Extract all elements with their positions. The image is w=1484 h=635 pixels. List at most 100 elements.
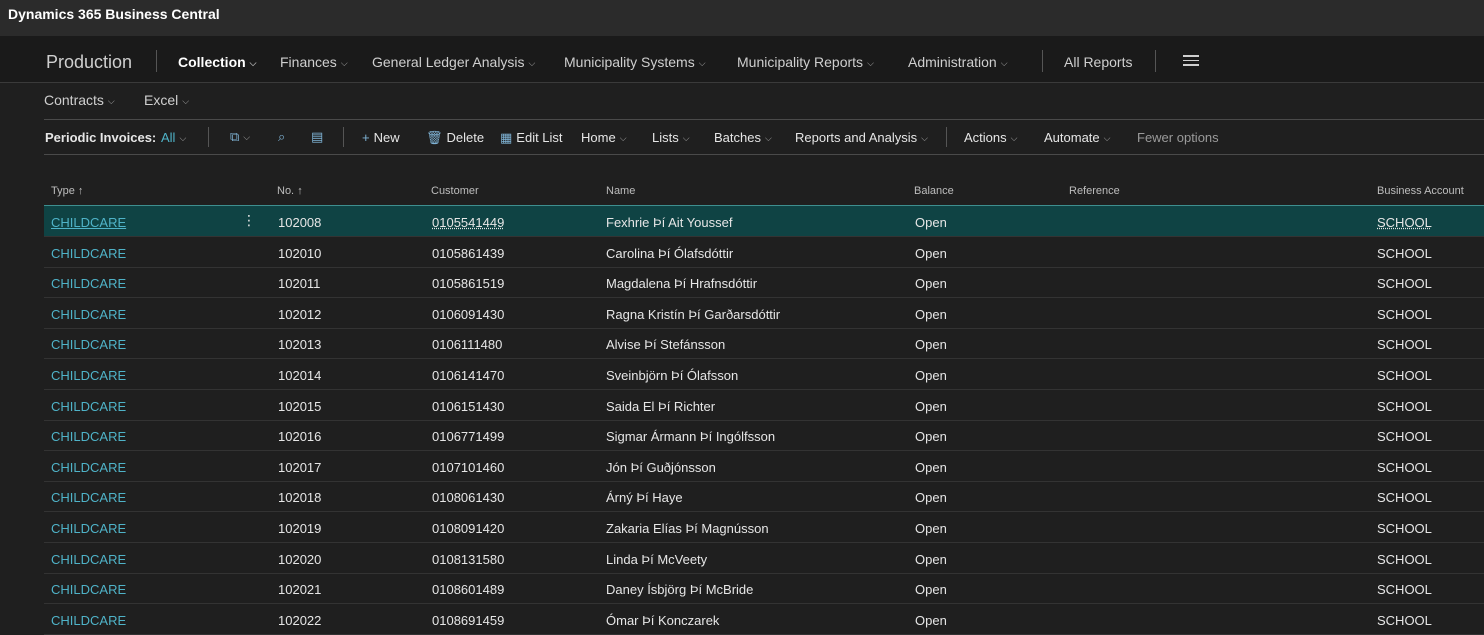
- cell-type[interactable]: CHILDCARE: [51, 582, 126, 597]
- column-header-balance[interactable]: Balance: [914, 185, 954, 197]
- chevron-down-icon: ⌵: [107, 96, 115, 106]
- edit-list-icon: ▦: [500, 130, 513, 145]
- lists-menu[interactable]: Lists ⌵: [652, 130, 690, 145]
- cell-no: 102022: [278, 612, 322, 628]
- cell-name: Saida El Þí Richter: [606, 398, 716, 414]
- cell-type[interactable]: CHILDCARE: [51, 276, 126, 291]
- table-row[interactable]: CHILDCARE 102017 0107101460 Jón Þí Guðjónss…: [44, 451, 1484, 482]
- company-name[interactable]: Production: [46, 52, 132, 73]
- search-icon[interactable]: ⌕: [278, 129, 285, 145]
- reports-and-analysis-menu[interactable]: Reports and Analysis ⌵: [795, 130, 928, 145]
- table-row[interactable]: CHILDCARE 102018 0108061430 Árný Þí Haye Ope…: [44, 481, 1484, 513]
- excel-menu[interactable]: Excel ⌵: [144, 92, 189, 108]
- cell-type[interactable]: CHILDCARE: [51, 399, 126, 414]
- table-row[interactable]: CHILDCARE 102008 0105541449 Fexhrie Þí Ait …: [44, 206, 1484, 237]
- cell-customer: 0105861439: [432, 245, 505, 261]
- row-more-options-icon[interactable]: ⋮: [242, 212, 256, 229]
- chevron-down-icon: ⌵: [764, 133, 772, 143]
- cell-business-account: SCHOOL: [1377, 337, 1432, 353]
- chevron-down-icon: ⌵: [179, 133, 187, 143]
- filter-pane-icon[interactable]: ⧉ ⌵: [230, 129, 250, 145]
- view-filter-select[interactable]: All ⌵: [161, 130, 186, 145]
- column-header-reference[interactable]: Reference: [1069, 185, 1120, 197]
- cell-business-account: SCHOOL: [1377, 521, 1432, 536]
- cell-balance: Open: [915, 276, 947, 292]
- cell-balance: Open: [915, 306, 947, 322]
- action-bar-top-border: [44, 119, 1484, 120]
- actions-menu[interactable]: Actions ⌵: [964, 130, 1017, 145]
- nav-item-general-ledger-analysis[interactable]: General Ledger Analysis ⌵: [372, 54, 535, 70]
- cell-name: Magdalena Þí Hrafnsdóttir: [606, 276, 758, 292]
- cell-type[interactable]: CHILDCARE: [51, 490, 126, 505]
- home-menu[interactable]: Home ⌵: [581, 130, 627, 145]
- cell-business-account: SCHOOL: [1377, 429, 1432, 445]
- cell-customer: 0106141470: [432, 368, 505, 383]
- column-header-name[interactable]: Name: [606, 185, 635, 197]
- cell-no: 102014: [278, 368, 322, 383]
- chevron-down-icon: ⌵: [249, 58, 257, 68]
- cell-type[interactable]: CHILDCARE: [51, 246, 126, 261]
- cell-type[interactable]: CHILDCARE: [51, 307, 126, 322]
- cell-type[interactable]: CHILDCARE: [51, 368, 126, 383]
- chevron-down-icon: ⌵: [867, 58, 874, 68]
- nav-item-collection[interactable]: Collection ⌵: [178, 54, 257, 70]
- table-row[interactable]: CHILDCARE 102011 0105861519 Magdalena Þí Hr…: [44, 267, 1484, 299]
- edit-list-button[interactable]: ▦ Edit List: [500, 130, 563, 146]
- table-row[interactable]: CHILDCARE 102020 0108131580 Linda Þí McVeet…: [44, 543, 1484, 574]
- table-row[interactable]: CHILDCARE 102010 0105861439 Carolina Þí Óla…: [44, 237, 1484, 268]
- cell-no: 102021: [278, 582, 322, 598]
- share-icon[interactable]: ▤: [311, 129, 323, 145]
- cell-balance: Open: [915, 521, 947, 536]
- nav-item-finances[interactable]: Finances ⌵: [280, 54, 348, 70]
- automate-menu[interactable]: Automate ⌵: [1044, 130, 1110, 145]
- table-row[interactable]: CHILDCARE 102019 0108091420 Zakaria Elías Þ…: [44, 512, 1484, 543]
- cell-customer: 0107101460: [432, 459, 505, 475]
- table-row[interactable]: CHILDCARE 102013 0106111480 Alvise Þí Stefá…: [44, 328, 1484, 360]
- column-header-business-account[interactable]: Business Account: [1377, 185, 1464, 197]
- column-header-type[interactable]: Type ↑: [51, 185, 83, 197]
- table-row[interactable]: CHILDCARE 102012 0106091430 Ragna Kristín Þ…: [44, 298, 1484, 329]
- chevron-down-icon: ⌵: [340, 58, 348, 68]
- cell-name: Linda Þí McVeety: [606, 551, 708, 567]
- cell-balance: Open: [915, 429, 947, 445]
- cell-type[interactable]: CHILDCARE: [51, 337, 126, 352]
- nav-item-municipality-reports[interactable]: Municipality Reports ⌵: [737, 54, 874, 70]
- cell-name: Ómar Þí Konczarek: [606, 612, 720, 628]
- cell-balance: Open: [915, 215, 947, 230]
- table-row[interactable]: CHILDCARE 102021 0108601489 Daney Ísbjörg Þ…: [44, 573, 1484, 605]
- cell-balance: Open: [915, 398, 947, 414]
- cell-customer: 0108061430: [432, 490, 505, 506]
- cell-type[interactable]: CHILDCARE: [51, 521, 126, 536]
- cell-business-account: SCHOOL: [1377, 490, 1432, 506]
- all-reports-link[interactable]: All Reports: [1064, 54, 1132, 70]
- new-button[interactable]: + New: [362, 130, 400, 145]
- fewer-options-button[interactable]: Fewer options: [1137, 130, 1219, 145]
- delete-button[interactable]: 🗑 Delete: [426, 130, 484, 146]
- table-row[interactable]: CHILDCARE 102016 0106771499 Sigmar Ármann Þ…: [44, 420, 1484, 452]
- column-header-no[interactable]: No. ↑: [277, 185, 303, 197]
- batches-menu[interactable]: Batches ⌵: [714, 130, 772, 145]
- table-row[interactable]: CHILDCARE 102014 0106141470 Sveinbjörn Þí Ó…: [44, 359, 1484, 390]
- cell-balance: Open: [915, 582, 947, 598]
- nav-item-administration[interactable]: Administration ⌵: [908, 54, 1008, 70]
- hamburger-icon[interactable]: [1183, 55, 1199, 66]
- cell-type[interactable]: CHILDCARE: [51, 429, 126, 444]
- cell-type[interactable]: CHILDCARE: [51, 613, 126, 628]
- chevron-down-icon: ⌵: [619, 133, 627, 143]
- cell-type[interactable]: CHILDCARE: [51, 552, 126, 567]
- cell-type[interactable]: CHILDCARE: [51, 460, 126, 475]
- table-row[interactable]: CHILDCARE 102022 0108691459 Ómar Þí Konczar…: [44, 604, 1484, 635]
- cell-balance: Open: [915, 490, 947, 506]
- nav-item-municipality-systems[interactable]: Municipality Systems ⌵: [564, 54, 706, 70]
- cell-no: 102012: [278, 306, 322, 322]
- cell-customer: 0108131580: [432, 551, 505, 567]
- cell-type[interactable]: CHILDCARE: [51, 215, 126, 230]
- contracts-menu[interactable]: Contracts ⌵: [44, 92, 115, 108]
- cell-balance: Open: [915, 368, 947, 383]
- table-row[interactable]: CHILDCARE 102015 0106151430 Saida El Þí Ric…: [44, 390, 1484, 421]
- column-header-customer[interactable]: Customer: [431, 185, 479, 197]
- chevron-down-icon: ⌵: [682, 133, 690, 143]
- cell-name: Carolina Þí Ólafsdóttir: [606, 245, 734, 261]
- chevron-down-icon: ⌵: [1010, 133, 1018, 143]
- cell-no: 102019: [278, 521, 322, 536]
